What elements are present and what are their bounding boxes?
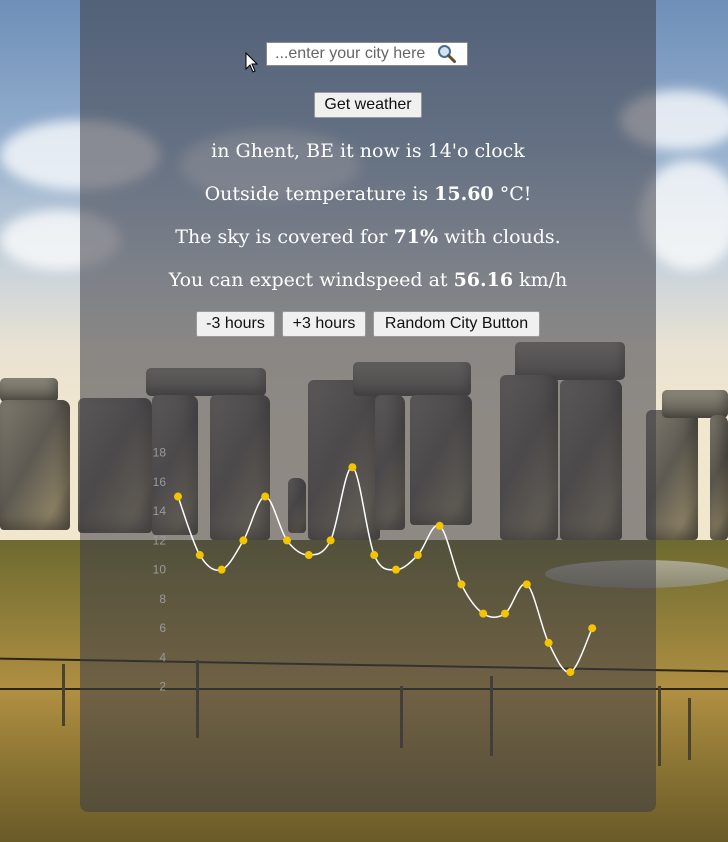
y-tick-label: 8: [159, 592, 166, 606]
temperature-text: Outside temperature is 15.60 °C!: [80, 183, 656, 205]
y-tick-label: 14: [153, 504, 167, 518]
local-time: 14'o clock: [427, 140, 525, 162]
temperature-point[interactable]: [522, 580, 531, 589]
windspeed-value: 56.16: [453, 269, 514, 291]
location-prefix: in Ghent, BE it now is: [211, 140, 428, 162]
temperature-point[interactable]: [435, 521, 444, 530]
y-tick-label: 18: [153, 446, 167, 460]
temperature-point[interactable]: [457, 580, 466, 589]
temperature-value: 15.60: [434, 183, 494, 205]
minus-3-hours-button[interactable]: -3 hours: [196, 311, 275, 337]
temperature-point[interactable]: [566, 668, 575, 677]
cloud-cover-value: 71%: [393, 226, 439, 248]
y-tick-label: 12: [153, 533, 167, 547]
windspeed-text: You can expect windspeed at 56.16 km/h: [80, 269, 656, 291]
temperature-point[interactable]: [239, 536, 248, 545]
temperature-point[interactable]: [283, 536, 291, 545]
stone: [662, 390, 728, 418]
temperature-point[interactable]: [348, 463, 357, 472]
plus-3-hours-button[interactable]: +3 hours: [282, 311, 366, 337]
y-tick-label: 10: [153, 563, 167, 577]
temperature-point[interactable]: [479, 609, 488, 618]
temperature-point[interactable]: [370, 551, 379, 560]
wind-prefix: You can expect windspeed at: [168, 269, 454, 291]
stone: [0, 378, 58, 402]
temperature-line-chart: 2 4 6 8 10 12 14 16 18: [153, 446, 597, 694]
temperature-point[interactable]: [501, 609, 509, 618]
get-weather-button[interactable]: Get weather: [314, 92, 422, 118]
fence-post: [62, 664, 65, 726]
temperature-point[interactable]: [544, 638, 553, 647]
temperature-point[interactable]: [195, 551, 204, 560]
fence-post: [658, 686, 661, 766]
temperature-point[interactable]: [217, 565, 226, 574]
temperature-point[interactable]: [174, 492, 182, 501]
cloud-cover-text: The sky is covered for 71% with clouds.: [80, 226, 656, 248]
temperature-point[interactable]: [304, 551, 313, 560]
cloud-suffix: with clouds.: [438, 226, 561, 248]
temperature-series-line: [177, 466, 593, 673]
cloud-prefix: The sky is covered for: [175, 226, 394, 248]
fence-post: [688, 698, 691, 760]
wind-unit: km/h: [513, 269, 568, 291]
y-tick-label: 16: [153, 475, 167, 489]
city-search-input[interactable]: [266, 42, 468, 66]
y-tick-label: 4: [159, 650, 166, 664]
y-tick-label: 6: [159, 621, 166, 635]
temperature-point[interactable]: [392, 565, 400, 574]
stone: [710, 415, 728, 540]
random-city-button[interactable]: Random City Button: [373, 311, 540, 337]
temperature-point[interactable]: [413, 551, 422, 560]
temperature-point[interactable]: [588, 624, 597, 633]
temperature-prefix: Outside temperature is: [204, 183, 435, 205]
location-time-text: in Ghent, BE it now is 14'o clock: [80, 140, 656, 162]
temperature-point[interactable]: [326, 536, 335, 545]
y-tick-label: 2: [159, 680, 166, 694]
mouse-cursor-icon: [245, 52, 259, 73]
temperature-unit: °C!: [493, 183, 532, 205]
stone: [0, 400, 70, 530]
temperature-point[interactable]: [261, 492, 270, 501]
